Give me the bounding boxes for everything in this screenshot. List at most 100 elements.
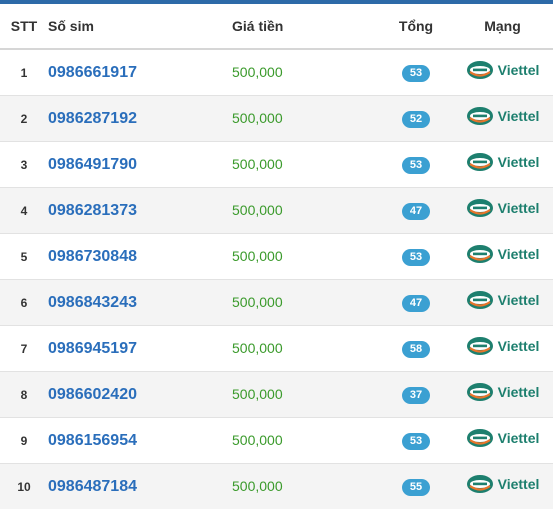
viettel-logo-icon (466, 429, 493, 447)
row-price-cell: 500,000 (232, 463, 380, 509)
total-badge: 53 (402, 433, 430, 450)
sim-number-link[interactable]: 0986491790 (48, 156, 137, 173)
network-name: Viettel (497, 62, 540, 78)
network-label: Viettel (466, 290, 540, 310)
network-name: Viettel (497, 292, 540, 308)
sim-number-link[interactable]: 0986843243 (48, 294, 137, 311)
network-name: Viettel (497, 384, 540, 400)
row-stt: 10 (0, 463, 48, 509)
row-total-cell: 47 (380, 187, 452, 234)
sim-number-link[interactable]: 0986156954 (48, 432, 137, 449)
viettel-logo-icon (466, 475, 493, 493)
sim-table: STT Số sim Giá tiền Tổng Mạng 1 09866619… (0, 4, 553, 509)
row-stt: 1 (0, 48, 48, 96)
row-network-cell: Viettel (452, 141, 553, 188)
network-name: Viettel (497, 200, 540, 216)
stt-value: 10 (17, 479, 31, 494)
sim-number-link[interactable]: 0986287192 (48, 110, 137, 127)
network-name: Viettel (497, 430, 540, 446)
price-value: 500,000 (232, 109, 283, 126)
stt-value: 8 (20, 387, 28, 402)
row-total-cell: 53 (380, 233, 452, 280)
sim-number-link[interactable]: 0986281373 (48, 202, 137, 219)
row-network-cell: Viettel (452, 371, 553, 418)
row-network-cell: Viettel (452, 279, 553, 326)
row-stt: 4 (0, 187, 48, 234)
network-name: Viettel (497, 154, 540, 170)
price-value: 500,000 (232, 339, 283, 356)
header-stt: STT (0, 4, 48, 50)
network-name: Viettel (497, 108, 540, 124)
row-sim-cell: 0986730848 (48, 233, 232, 280)
row-network-cell: Viettel (452, 463, 553, 509)
row-network-cell: Viettel (452, 48, 553, 96)
table-row: 7 0986945197 500,000 58 Viettel (0, 325, 553, 372)
row-total-cell: 58 (380, 325, 452, 372)
total-badge: 52 (402, 111, 430, 128)
price-value: 500,000 (232, 155, 283, 172)
price-value: 500,000 (232, 247, 283, 264)
total-badge: 53 (402, 249, 430, 266)
row-sim-cell: 0986661917 (48, 48, 232, 96)
row-stt: 9 (0, 417, 48, 464)
network-name: Viettel (497, 338, 540, 354)
price-value: 500,000 (232, 477, 283, 494)
header-sim: Số sim (48, 4, 232, 50)
total-badge: 47 (402, 295, 430, 312)
row-total-cell: 55 (380, 463, 452, 509)
total-badge: 58 (402, 341, 430, 358)
network-label: Viettel (466, 474, 539, 494)
sim-number-link[interactable]: 0986730848 (48, 248, 137, 265)
sim-number-link[interactable]: 0986661917 (48, 64, 137, 81)
row-sim-cell: 0986843243 (48, 279, 232, 326)
network-label: Viettel (466, 106, 540, 126)
row-total-cell: 52 (380, 95, 452, 142)
stt-value: 1 (20, 65, 28, 80)
viettel-logo-icon (466, 291, 493, 309)
row-total-cell: 47 (380, 279, 452, 326)
row-price-cell: 500,000 (232, 325, 380, 372)
row-price-cell: 500,000 (232, 417, 380, 464)
row-price-cell: 500,000 (232, 279, 380, 326)
table-row: 1 0986661917 500,000 53 Viettel (0, 48, 553, 96)
viettel-logo-icon (466, 153, 493, 171)
row-total-cell: 53 (380, 141, 452, 188)
row-sim-cell: 0986602420 (48, 371, 232, 418)
table-row: 9 0986156954 500,000 53 Viettel (0, 417, 553, 464)
row-sim-cell: 0986945197 (48, 325, 232, 372)
row-network-cell: Viettel (452, 95, 553, 142)
row-network-cell: Viettel (452, 417, 553, 464)
stt-value: 7 (20, 341, 28, 356)
table-row: 8 0986602420 500,000 37 Viettel (0, 371, 553, 418)
stt-value: 6 (20, 295, 28, 310)
row-sim-cell: 0986156954 (48, 417, 232, 464)
row-total-cell: 53 (380, 48, 452, 96)
network-label: Viettel (466, 244, 539, 264)
header-total: Tổng (380, 4, 452, 50)
total-badge: 55 (402, 479, 430, 496)
row-stt: 8 (0, 371, 48, 418)
total-badge: 47 (402, 203, 430, 220)
stt-value: 9 (20, 433, 28, 448)
price-value: 500,000 (232, 385, 283, 402)
row-price-cell: 500,000 (232, 48, 380, 96)
table-row: 6 0986843243 500,000 47 Viettel (0, 279, 553, 326)
network-label: Viettel (466, 198, 540, 218)
sim-number-link[interactable]: 0986602420 (48, 386, 137, 403)
row-sim-cell: 0986287192 (48, 95, 232, 142)
row-sim-cell: 0986491790 (48, 141, 232, 188)
sim-number-link[interactable]: 0986487184 (48, 478, 137, 495)
row-stt: 3 (0, 141, 48, 188)
table-header-row: STT Số sim Giá tiền Tổng Mạng (0, 4, 553, 50)
row-stt: 2 (0, 95, 48, 142)
header-network: Mạng (452, 4, 553, 50)
viettel-logo-icon (466, 107, 493, 125)
viettel-logo-icon (466, 245, 493, 263)
sim-number-link[interactable]: 0986945197 (48, 340, 137, 357)
row-network-cell: Viettel (452, 233, 553, 280)
row-stt: 5 (0, 233, 48, 280)
price-value: 500,000 (232, 201, 283, 218)
total-badge: 37 (402, 387, 430, 404)
row-network-cell: Viettel (452, 325, 553, 372)
row-price-cell: 500,000 (232, 187, 380, 234)
